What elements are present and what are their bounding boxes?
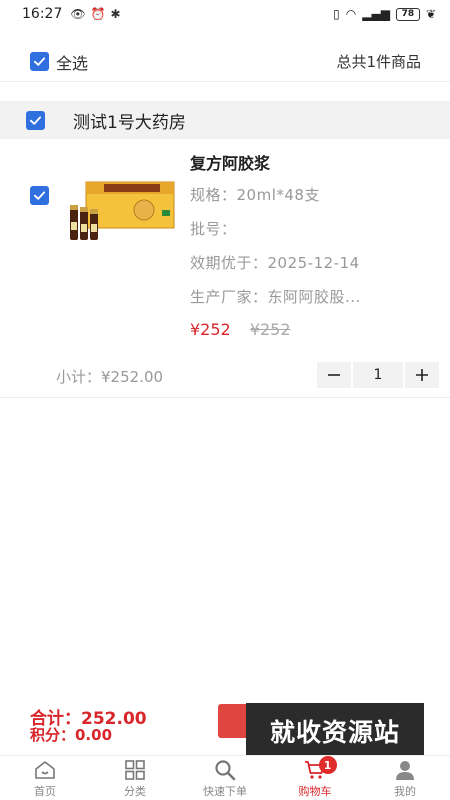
product-image[interactable] xyxy=(66,170,176,250)
item-checkbox[interactable] xyxy=(30,186,49,205)
select-all-bar: 全选 总共1件商品 xyxy=(0,42,450,82)
home-icon xyxy=(35,761,55,779)
leaf-icon: ❦ xyxy=(425,7,436,21)
search-icon xyxy=(215,760,236,781)
product-price: ¥252 xyxy=(190,320,231,339)
plus-icon xyxy=(416,369,428,381)
product-prices: ¥252 ¥252 xyxy=(190,320,435,339)
eye-icon: 👁 xyxy=(70,7,86,21)
order-points: 积分：0.00 xyxy=(30,726,113,744)
grid-icon xyxy=(125,760,145,780)
cart-item: 复方阿胶浆 规格：20ml*48支 批号： 效期优于：2025-12-14 生产… xyxy=(0,140,450,398)
increase-button[interactable] xyxy=(405,362,439,388)
quantity-stepper: 1 xyxy=(317,362,439,388)
select-all-label[interactable]: 全选 xyxy=(56,50,88,74)
tab-category[interactable]: 分类 xyxy=(90,756,180,800)
store-checkbox[interactable] xyxy=(26,110,45,130)
tab-quick-order[interactable]: 快速下单 xyxy=(180,756,270,800)
store-row: 测试1号大药房 xyxy=(0,101,450,139)
signal-icon: ▂▄▆ xyxy=(362,7,390,21)
minus-icon xyxy=(328,374,340,376)
decrease-button[interactable] xyxy=(317,362,351,388)
status-time: 16:27 xyxy=(22,6,63,22)
alarm-icon: ⏰ xyxy=(90,7,106,21)
check-icon xyxy=(33,57,46,66)
tab-cart-label: 购物车 xyxy=(298,785,332,798)
tab-home[interactable]: 首页 xyxy=(0,756,90,800)
vibrate-icon: ▯ xyxy=(333,7,340,21)
product-spec: 规格：20ml*48支 xyxy=(190,186,320,204)
product-original-price: ¥252 xyxy=(249,320,291,339)
tab-profile[interactable]: 我的 xyxy=(360,756,450,800)
product-manufacturer: 生产厂家：东阿阿胶股... xyxy=(190,288,361,306)
quantity-input[interactable]: 1 xyxy=(353,362,403,388)
tab-home-label: 首页 xyxy=(34,785,56,798)
status-system-icons: ▯ ◠ ▂▄▆ 78 ❦ xyxy=(333,7,436,21)
cart-badge: 1 xyxy=(318,756,337,774)
status-notification-icons: 👁 ⏰ ✱ xyxy=(70,7,120,21)
tab-profile-label: 我的 xyxy=(394,785,416,798)
bottom-tab-bar: 首页 分类 快速下单 1 购物车 我的 xyxy=(0,755,450,800)
wifi-icon: ◠ xyxy=(345,7,357,21)
store-name[interactable]: 测试1号大药房 xyxy=(73,108,186,133)
product-expiry: 效期优于：2025-12-14 xyxy=(190,254,360,272)
watermark-overlay: 就收资源站 xyxy=(246,703,424,759)
tab-cart[interactable]: 1 购物车 xyxy=(270,756,360,800)
bluetooth-icon: ✱ xyxy=(110,7,121,21)
total-items-text: 总共1件商品 xyxy=(336,53,421,71)
user-icon xyxy=(396,761,414,780)
product-batch: 批号： xyxy=(190,220,237,238)
product-name[interactable]: 复方阿胶浆 xyxy=(190,150,435,174)
tab-category-label: 分类 xyxy=(124,785,146,798)
product-info: 复方阿胶浆 规格：20ml*48支 批号： 效期优于：2025-12-14 生产… xyxy=(190,150,435,339)
check-icon xyxy=(29,115,42,125)
item-subtotal: 小计：¥252.00 xyxy=(56,368,164,386)
tab-quick-order-label: 快速下单 xyxy=(203,785,247,798)
select-all-checkbox[interactable] xyxy=(30,52,49,71)
battery-icon: 78 xyxy=(395,7,420,21)
check-icon xyxy=(33,191,46,200)
status-bar: 16:27 👁 ⏰ ✱ ▯ ◠ ▂▄▆ 78 ❦ xyxy=(0,0,450,28)
